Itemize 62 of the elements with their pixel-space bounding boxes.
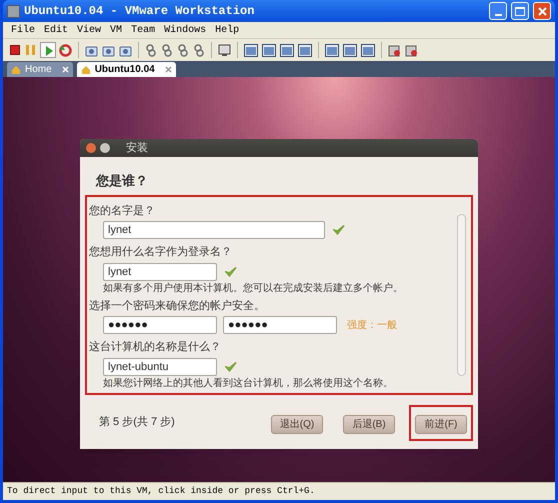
field-label: 这台计算机的名称是什么？	[89, 340, 222, 355]
camera-icon[interactable]	[85, 44, 98, 56]
close-icon	[538, 6, 546, 16]
menu-item[interactable]: File	[11, 22, 36, 38]
menu-item[interactable]: Windows	[164, 22, 206, 38]
menu-item[interactable]: Help	[215, 22, 240, 38]
window-icon[interactable]	[280, 44, 294, 56]
field-label: 您的名字是？	[89, 204, 156, 218]
text-field[interactable]: lynet	[103, 221, 325, 239]
house-icon	[80, 64, 91, 74]
menu-item[interactable]: Edit	[44, 22, 68, 38]
text-field[interactable]: lynet-ubuntu	[103, 358, 217, 376]
password-strength: 强度：一般	[347, 318, 397, 332]
drive-icon[interactable]	[405, 44, 418, 56]
chain-icon[interactable]	[145, 44, 157, 56]
vm-screen[interactable]: 安装 您是谁？ 您的名字是？ lynet 您想用什么名字作为登录名？ lynet 如果有多个用户使用本计算机。您可以在完成安装后建立多个帐户。 选择一个密码来确保您的帐户安全。 ●●●●●● ●●●●●● 强度：一般 这台计算机的名称是什么？ lynet-ubuntu 如果您计网络上的其他人看到这台计算机，那么将使用这个名称。 第 5 步(共 7 步) 退出(Q) 后退(B) 前进(F)	[3, 77, 555, 482]
drive-icon[interactable]	[388, 44, 401, 56]
monitor-icon[interactable]	[218, 44, 231, 56]
dialog-button[interactable]: 退出(Q)	[271, 414, 323, 434]
chain-icon[interactable]	[161, 44, 173, 56]
step-indicator: 第 5 步(共 7 步)	[99, 415, 176, 430]
minimize-icon[interactable]	[100, 143, 110, 153]
dialog-button[interactable]: 前进(F)	[415, 414, 467, 434]
hint-text: 如果您计网络上的其他人看到这台计算机，那么将使用这个名称。	[102, 378, 394, 390]
window-icon[interactable]	[262, 44, 276, 56]
close-icon[interactable]	[86, 143, 96, 153]
menu-item[interactable]: View	[77, 22, 102, 38]
menu-item[interactable]: VM	[110, 22, 122, 38]
dialog-button[interactable]: 后退(B)	[343, 414, 395, 434]
menu-item[interactable]: Team	[131, 22, 156, 38]
window-icon[interactable]	[361, 44, 375, 56]
camera-icon[interactable]	[102, 44, 115, 56]
password-confirm-field[interactable]: ●●●●●●	[223, 316, 337, 334]
window-icon[interactable]	[298, 44, 312, 56]
camera-icon[interactable]	[119, 44, 132, 56]
status-text: To direct input to this VM, click inside or press Ctrl+G.	[7, 484, 315, 498]
play-icon[interactable]	[40, 42, 56, 58]
hint-text: 如果有多个用户使用本计算机。您可以在完成安装后建立多个帐户。	[102, 282, 404, 294]
house-icon	[11, 64, 21, 74]
checkmark-icon	[225, 266, 237, 278]
dialog-title: 安装	[126, 140, 148, 156]
page-heading: 您是谁？	[94, 172, 149, 190]
field-label: 选择一个密码来确保您的帐户安全。	[89, 298, 266, 314]
window-icon[interactable]	[343, 44, 357, 56]
app-icon	[7, 4, 20, 18]
tab[interactable]: Ubuntu10.04	[76, 62, 176, 77]
minimize-button[interactable]	[489, 2, 507, 20]
text-field[interactable]: lynet	[103, 262, 217, 280]
window-icon[interactable]	[325, 44, 339, 56]
window-icon[interactable]	[244, 44, 258, 56]
close-button[interactable]	[533, 2, 551, 20]
chain-icon[interactable]	[193, 44, 205, 56]
chain-icon[interactable]	[177, 44, 189, 56]
scrollbar[interactable]	[457, 214, 466, 376]
close-icon[interactable]	[164, 66, 172, 73]
password-field[interactable]: ●●●●●●	[103, 316, 217, 334]
field-label: 您想用什么名字作为登录名？	[89, 244, 233, 260]
reset-icon[interactable]	[59, 44, 72, 56]
checkmark-icon	[225, 360, 237, 372]
maximize-button[interactable]	[511, 2, 529, 20]
window-title: Ubuntu10.04 - VMware Workstation	[24, 3, 256, 20]
checkmark-icon	[333, 224, 345, 236]
